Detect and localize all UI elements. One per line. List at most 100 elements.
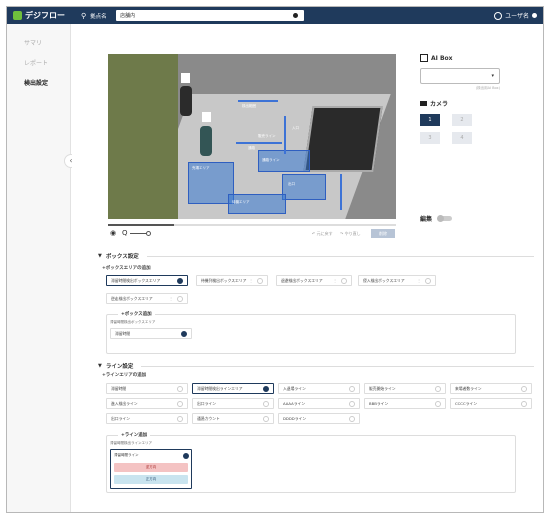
camera-freezer (303, 106, 383, 172)
line-option[interactable]: 滞留時間検出ラインエリア (192, 383, 274, 394)
store-label: 拠点名 (90, 13, 107, 20)
app-window: デジフロー ⚲ 拠点名 店舗内 ユーザ名 サマリ レポート 検出設定 ‹ 検出範… (6, 6, 544, 513)
line-settings-header[interactable]: ▼ ライン設定 (98, 362, 534, 370)
camera-view[interactable]: 検出範囲 入口 通路 売場エリア 通路ライン 出口 待機エリア 販売ライン (108, 54, 396, 219)
box-option[interactable]: 逆走検出ボックスエリア ⋮ (106, 293, 188, 304)
detection-line[interactable] (238, 100, 278, 102)
radio-icon (257, 278, 263, 284)
store-select[interactable]: 店舗内 (116, 10, 305, 21)
zone-label: 出口 (288, 182, 295, 186)
line-option-label: DDDDライン (283, 416, 307, 421)
divider (146, 255, 534, 257)
undo-button[interactable]: ↶ 元に戻す (312, 229, 333, 238)
camera-scrollbar[interactable] (108, 224, 174, 226)
radio-icon (177, 296, 183, 302)
line-option[interactable]: 滞留時間 (106, 383, 188, 394)
line-option[interactable]: CCCCライン (450, 398, 532, 409)
line-option[interactable]: 進入検出ライン (106, 398, 188, 409)
redo-label: やり直し (344, 230, 361, 236)
box-option-label: 待機列検出ボックスエリア (201, 278, 247, 283)
line-option[interactable]: 通過カウント (192, 413, 274, 424)
detection-line[interactable] (236, 142, 282, 144)
face-mask (181, 73, 190, 83)
ai-box-select[interactable]: ▾ (420, 68, 500, 84)
box-option[interactable]: 滞留時間検出ボックスエリア (106, 275, 188, 286)
user-icon (494, 11, 503, 20)
edit-toggle-knob (437, 214, 445, 222)
line-option-label: 入退場ライン (283, 386, 306, 391)
line-option[interactable]: 出口ライン (192, 398, 274, 409)
line-option[interactable]: BBBライン (364, 398, 446, 409)
top-bar: デジフロー ⚲ 拠点名 店舗内 ユーザ名 (7, 7, 543, 24)
box-option[interactable]: 待機列検出ボックスエリア ⋮ (196, 275, 268, 286)
store-value: 店舗内 (120, 13, 136, 19)
zoom-icon[interactable]: Q (122, 229, 128, 237)
edit-toggle-group: 編集 (420, 214, 453, 223)
person-figure (200, 126, 212, 156)
reverse-direction-button[interactable]: 逆方向 (114, 463, 188, 472)
zone-label: 売場エリア (192, 166, 210, 170)
line-option[interactable]: 入退場ライン (278, 383, 360, 394)
eye-icon[interactable]: ◉ (110, 229, 116, 237)
location-pin-icon: ⚲ (81, 11, 87, 20)
line-option-label: CCCCライン (455, 401, 477, 406)
user-menu[interactable]: ユーザ名 (494, 11, 537, 20)
camera-button-2[interactable]: 2 (452, 114, 472, 126)
more-icon: ⋮ (333, 278, 337, 283)
radio-icon (435, 386, 441, 392)
box-option[interactable]: 退避検出ボックスエリア ⋮ (276, 275, 352, 286)
line-option[interactable]: DDDDライン (278, 413, 360, 424)
box-option-label: 侵入検出ボックスエリア (363, 278, 405, 283)
line-option[interactable]: AAAAライン (278, 398, 360, 409)
divider (141, 365, 534, 367)
caret-down-icon: ▼ (98, 363, 102, 369)
chip-icon (420, 54, 428, 62)
line-added-sublabel: 滞留時間検出ラインエリア (110, 441, 152, 445)
line-option-label: AAAAライン (283, 401, 306, 406)
line-option[interactable]: 販売開始ライン (364, 383, 446, 394)
radio-icon (263, 386, 269, 392)
line-option-label: 通過カウント (197, 416, 220, 421)
sidebar-item-report[interactable]: レポート (7, 54, 70, 74)
logo[interactable]: デジフロー (7, 10, 73, 21)
camera-title: カメラ (420, 99, 540, 108)
detection-line[interactable] (284, 116, 286, 154)
radio-icon (521, 401, 527, 407)
camera-icon (420, 101, 427, 106)
box-settings-header[interactable]: ▼ ボックス設定 (98, 252, 534, 260)
redo-button[interactable]: ↷ やり直し (340, 229, 361, 238)
line-option[interactable]: 出口ライン (106, 413, 188, 424)
detection-line[interactable] (340, 174, 342, 210)
box-added-sublabel: 滞留時間検出ボックスエリア (110, 320, 156, 324)
box-added-item[interactable]: 滞留時間 (110, 328, 192, 339)
line-option-label: 滞留時間検出ラインエリア (197, 386, 243, 391)
box-option[interactable]: 侵入検出ボックスエリア ⋮ (358, 275, 436, 286)
radio-icon (177, 401, 183, 407)
zoom-slider-handle[interactable] (146, 231, 151, 236)
line-option[interactable]: 来場者数ライン (450, 383, 532, 394)
radio-icon (435, 401, 441, 407)
sidebar-item-detection-settings[interactable]: 検出設定 (7, 74, 70, 94)
radio-icon (263, 416, 269, 422)
ai-box-panel: AI Box ▾ (検出用AI Box) カメラ 1 2 3 4 (420, 54, 540, 144)
more-icon: ⋮ (169, 296, 173, 301)
face-mask (202, 112, 211, 122)
radio-icon (349, 386, 355, 392)
radio-icon (521, 386, 527, 392)
edit-toggle[interactable] (437, 214, 453, 222)
camera-button-4[interactable]: 4 (452, 132, 472, 144)
zone-label: 待機エリア (232, 200, 250, 204)
more-icon: ⋮ (417, 278, 421, 283)
detection-zone[interactable] (282, 174, 326, 200)
zone-label: 販売ライン (258, 134, 276, 138)
radio-icon (425, 278, 431, 284)
delete-button[interactable]: 削除 (371, 229, 395, 238)
radio-icon (177, 278, 183, 284)
camera-button-3[interactable]: 3 (420, 132, 440, 144)
forward-direction-button[interactable]: 正方向 (114, 475, 188, 484)
radio-icon (263, 401, 269, 407)
box-option-label: 退避検出ボックスエリア (281, 278, 323, 283)
line-option-label: 出口ライン (197, 401, 216, 406)
camera-button-1[interactable]: 1 (420, 114, 440, 126)
sidebar-item-summary[interactable]: サマリ (7, 34, 70, 54)
